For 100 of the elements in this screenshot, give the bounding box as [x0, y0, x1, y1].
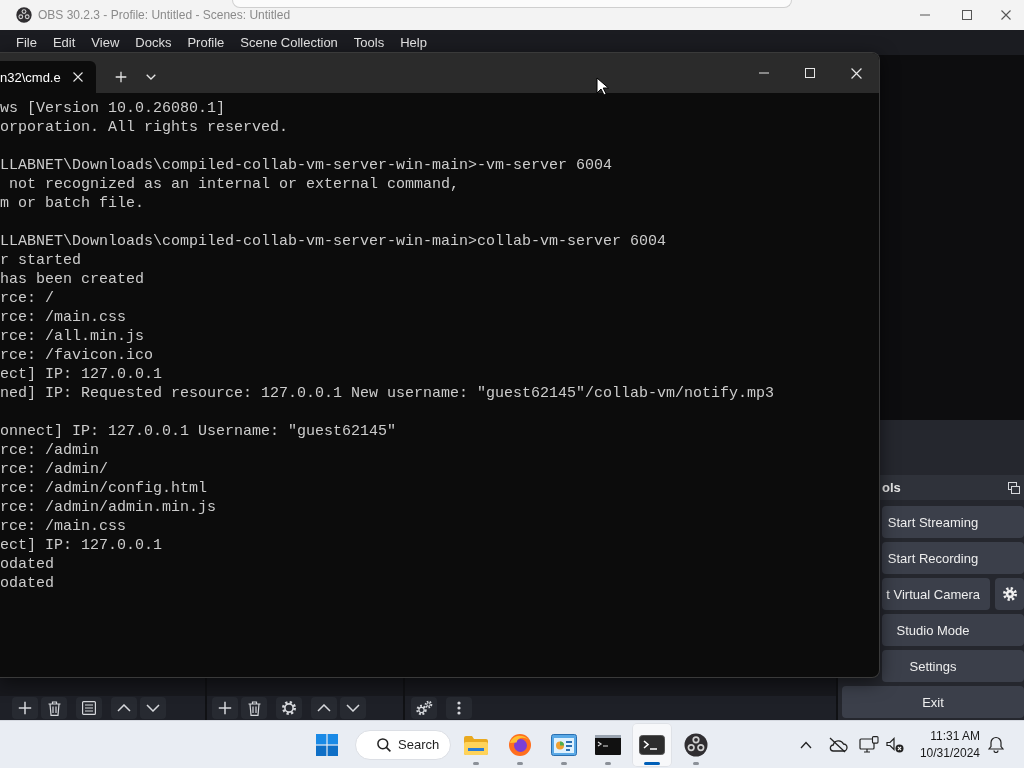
- properties-button[interactable]: [276, 697, 302, 719]
- plus-icon: [18, 701, 32, 715]
- gear-icon: [1001, 586, 1018, 602]
- cloud-off-icon[interactable]: [828, 736, 848, 753]
- terminal-line: rce: /main.css: [0, 517, 128, 536]
- terminal-line: odated: [0, 555, 55, 574]
- list-icon: [82, 701, 96, 715]
- terminal-line: r started: [0, 251, 82, 270]
- gears-icon: [415, 700, 433, 716]
- menu-item[interactable]: Edit: [44, 31, 84, 54]
- settings-button[interactable]: [995, 578, 1024, 610]
- advanced-audio-button[interactable]: [411, 697, 437, 719]
- move-down-button[interactable]: [340, 697, 366, 719]
- control-button[interactable]: Exit: [842, 686, 1024, 718]
- menu-item[interactable]: View: [83, 31, 128, 54]
- window-title: OBS 30.2.3 - Profile: Untitled - Scenes: Untitled: [38, 8, 292, 22]
- clock-button[interactable]: 11:31 AM 10/31/2024: [917, 727, 982, 762]
- vertical-dots-icon: [457, 701, 461, 715]
- move-down-button[interactable]: [140, 697, 166, 719]
- menu-item[interactable]: Tools: [345, 31, 393, 54]
- chevron-down-icon: [146, 704, 160, 712]
- trash-icon: [47, 700, 61, 716]
- more-button[interactable]: [446, 697, 472, 719]
- mouse-pointer-icon: [596, 77, 610, 96]
- terminal-line: ect] IP: 127.0.0.1: [0, 536, 164, 555]
- chevron-down-icon: [146, 74, 156, 80]
- minimize-icon: [759, 72, 769, 74]
- running-indicator-icon: [693, 761, 699, 765]
- network-icon[interactable]: [859, 736, 879, 753]
- terminal-line: onnect] IP: 127.0.0.1 Username: "guest62145": [0, 422, 398, 441]
- terminal-line: not recognized as an internal or external command,: [8, 175, 461, 194]
- terminal-line: ws [Version 10.0.26080.1]: [0, 99, 227, 118]
- running-indicator-icon: [473, 761, 479, 765]
- maximize-icon: [805, 68, 815, 78]
- terminal-line: rce: /favicon.ico: [0, 346, 155, 365]
- console-window-icon: [595, 734, 621, 755]
- chevron-down-icon: [346, 704, 360, 712]
- undock-icon[interactable]: [1008, 481, 1020, 494]
- terminal-line: rce: /admin/config.html: [0, 479, 209, 498]
- terminal-line: has been created: [0, 270, 146, 289]
- chevron-up-icon: [317, 704, 331, 712]
- circle-logo-icon: [684, 732, 708, 757]
- running-indicator-icon: [644, 761, 660, 765]
- close-icon: [1001, 10, 1011, 20]
- add-button[interactable]: [12, 697, 38, 719]
- running-indicator-icon: [605, 761, 611, 765]
- minimize-icon: [920, 14, 930, 16]
- menu-item[interactable]: Docks: [127, 31, 180, 54]
- control-button[interactable]: t Virtual Camera: [882, 578, 990, 610]
- terminal-line: rce: /all.min.js: [0, 327, 146, 346]
- terminal-line: LLABNET\Downloads\compiled-collab-vm-server-win-main>-vm-server 6004: [0, 156, 614, 175]
- plus-icon: [115, 71, 127, 83]
- running-indicator-icon: [561, 761, 567, 765]
- chevron-up-icon[interactable]: [800, 740, 812, 749]
- close-icon: [850, 67, 862, 79]
- search-icon: [377, 737, 391, 752]
- menu-item[interactable]: Help: [392, 31, 435, 54]
- search-button[interactable]: Search: [355, 729, 451, 760]
- chevron-up-icon: [117, 704, 131, 712]
- gear-icon: [281, 700, 297, 716]
- running-indicator-icon: [517, 761, 523, 765]
- terminal-line: rce: /admin/: [0, 460, 110, 479]
- terminal-line: rce: /admin/admin.min.js: [0, 498, 218, 517]
- taskbar-app-button[interactable]: [632, 722, 672, 767]
- volume-muted-icon[interactable]: [886, 736, 904, 753]
- terminal-line: rce: /admin: [0, 441, 101, 460]
- trash-icon: [247, 700, 261, 716]
- control-button[interactable]: Start Recording: [882, 542, 1024, 574]
- move-up-button[interactable]: [311, 697, 337, 719]
- folder-icon: [463, 733, 489, 756]
- maximize-icon: [962, 10, 972, 20]
- add-button[interactable]: [212, 697, 238, 719]
- filters-button[interactable]: [76, 697, 102, 719]
- menu-item[interactable]: Scene Collection: [232, 31, 346, 54]
- move-up-button[interactable]: [111, 697, 137, 719]
- bell-icon[interactable]: [988, 736, 1004, 753]
- remove-button[interactable]: [241, 697, 267, 719]
- terminal-line: m or batch file.: [0, 194, 146, 213]
- plus-icon: [218, 701, 232, 715]
- terminal-icon: [639, 734, 665, 755]
- terminal-line: rce: /main.css: [0, 308, 128, 327]
- menu-item[interactable]: Profile: [179, 31, 233, 54]
- dock-title: ols: [882, 480, 901, 495]
- menu-item[interactable]: File: [8, 31, 45, 54]
- terminal-line: ned] IP: Requested resource: 127.0.0.1 New username: "guest62145"/collab-vm/notify.mp3: [0, 384, 776, 403]
- control-button[interactable]: Studio Mode: [882, 614, 1024, 646]
- control-button[interactable]: Start Streaming: [882, 506, 1024, 538]
- squares-logo-icon: [316, 733, 338, 756]
- terminal-line: LLABNET\Downloads\compiled-collab-vm-server-win-main>collab-vm-server 6004: [0, 232, 668, 251]
- browser-icon: [508, 732, 532, 757]
- control-button[interactable]: Settings: [882, 650, 1024, 682]
- terminal-line: rce: /: [0, 289, 55, 308]
- close-icon: [73, 72, 83, 82]
- app-logo-icon: [16, 7, 32, 23]
- terminal-line: orporation. All rights reserved.: [0, 118, 290, 137]
- chart-window-icon: [551, 733, 577, 756]
- terminal-line: odated: [0, 574, 55, 593]
- remove-button[interactable]: [41, 697, 67, 719]
- terminal-line: ect] IP: 127.0.0.1: [0, 365, 164, 384]
- terminal-tab[interactable]: n32\cmd.e: [0, 61, 96, 93]
